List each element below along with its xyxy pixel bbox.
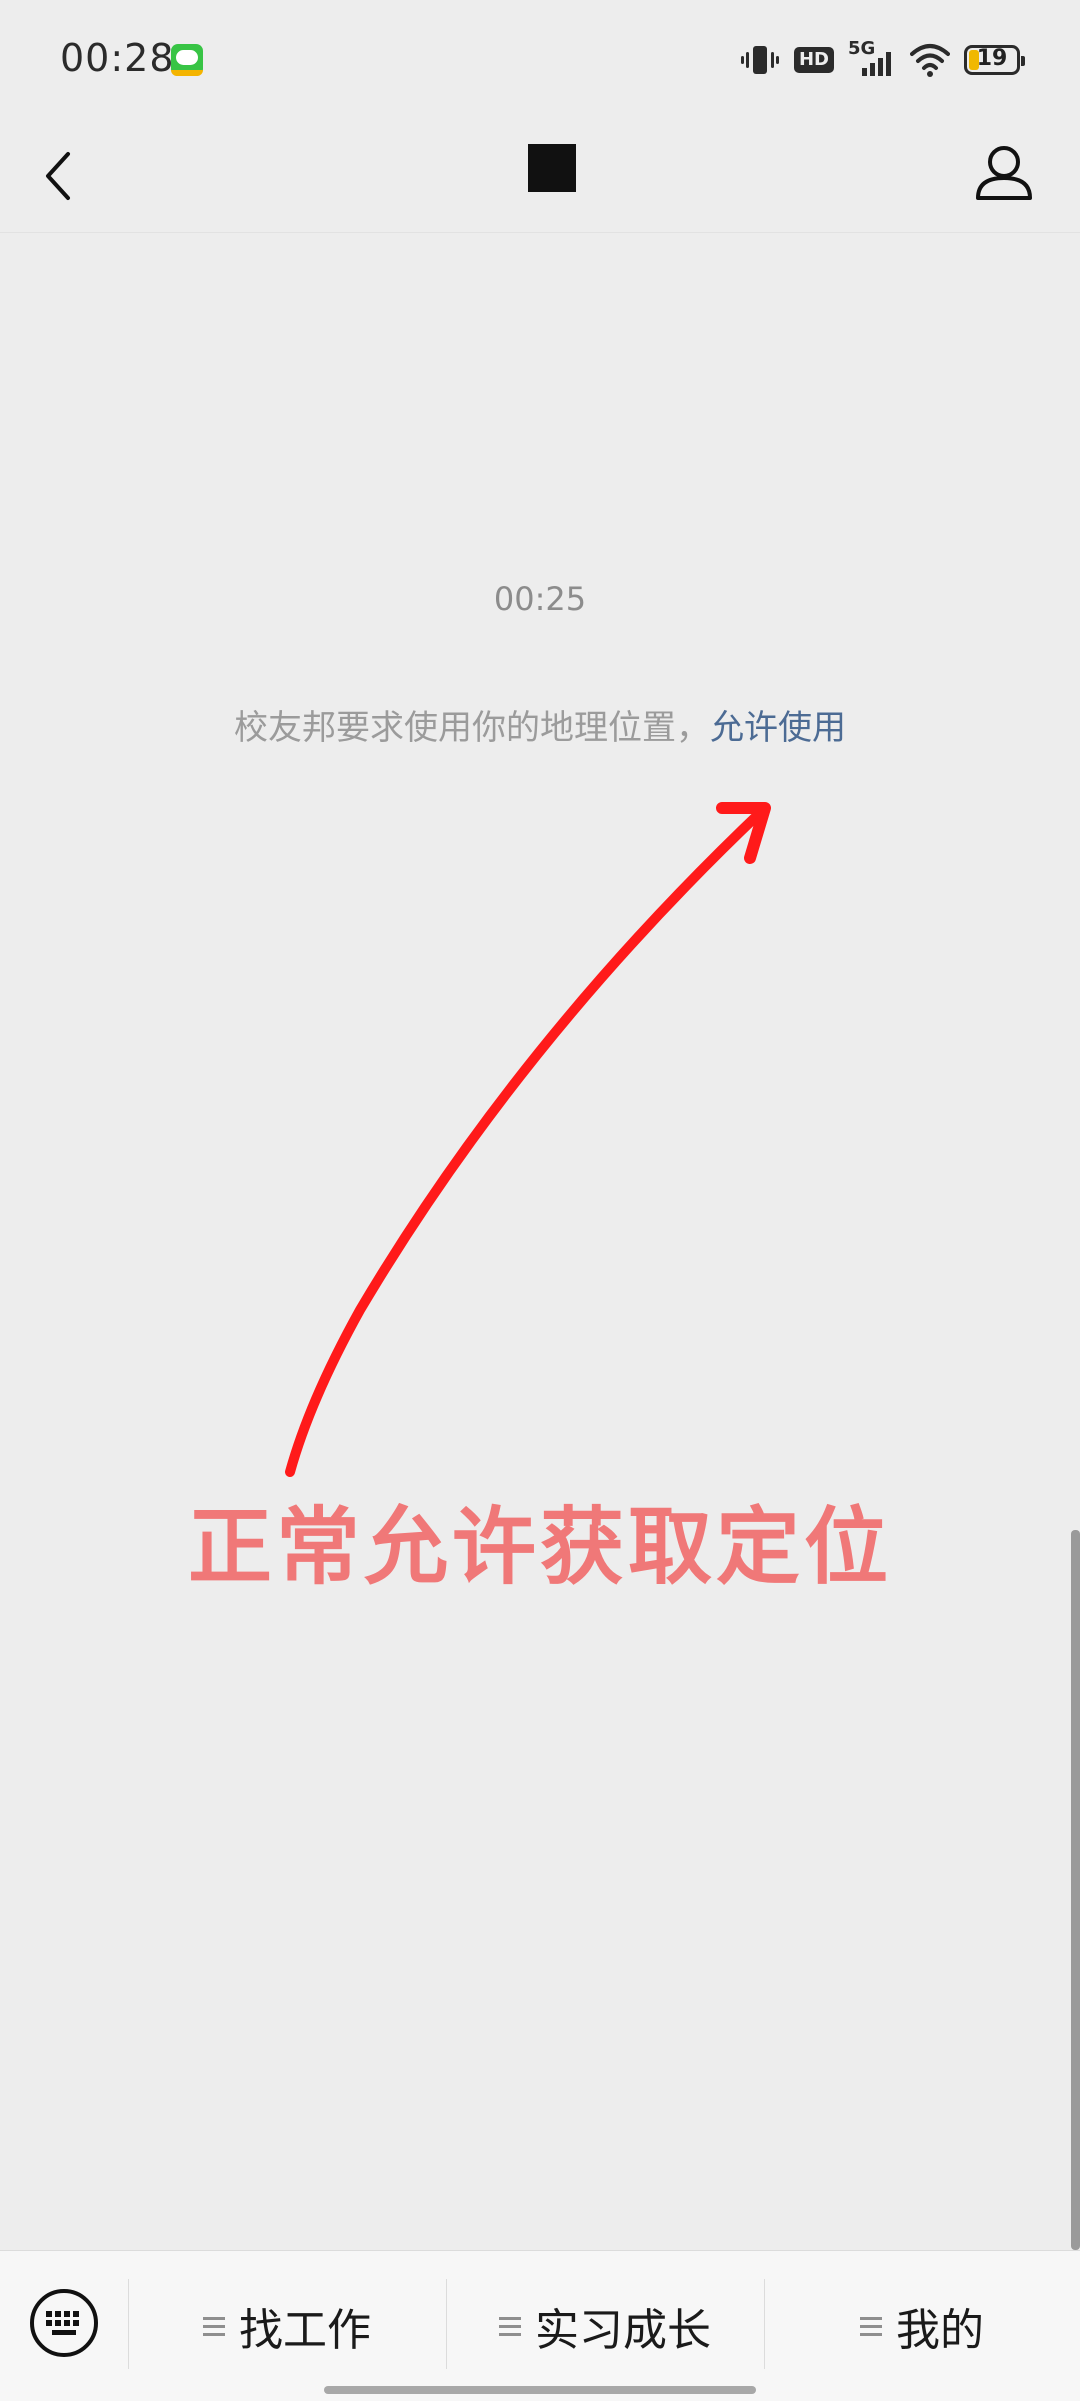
annotation-arrow-head: [716, 802, 771, 864]
menu-item-label: 实习成长: [535, 2305, 711, 2356]
vibrate-icon: [740, 46, 779, 74]
redacted-chat-title: [528, 144, 576, 192]
menu-item-label: 找工作: [239, 2305, 371, 2356]
menu-item-internship-growth[interactable]: 实习成长: [446, 2251, 764, 2401]
annotation-caption: 正常允许获取定位: [187, 1498, 892, 1596]
status-bar: 00:28 HD 5G 19: [0, 0, 1080, 120]
menu-item-mine[interactable]: 我的: [764, 2251, 1080, 2401]
location-request-text: 校友邦要求使用你的地理位置，: [234, 708, 710, 748]
menu-item-label: 我的: [896, 2305, 984, 2356]
home-indicator[interactable]: [324, 2386, 756, 2394]
annotation-arrow: [285, 802, 771, 1477]
hd-badge: HD: [793, 47, 834, 73]
wifi-icon: [910, 44, 950, 77]
menu-list-icon: [499, 2315, 521, 2337]
battery-icon: 19: [964, 45, 1025, 75]
allow-location-link[interactable]: 允许使用: [710, 708, 846, 748]
signal-bars-icon: [862, 52, 891, 76]
menu-list-icon: [860, 2315, 882, 2337]
status-time: 00:28: [60, 36, 175, 80]
bottom-menu-bar: 找工作 实习成长 我的: [0, 2250, 1080, 2401]
menu-list-icon: [203, 2315, 225, 2337]
status-indicators: HD 5G 19: [740, 36, 1025, 84]
signal-5g-icon: 5G: [848, 38, 896, 80]
location-request-message: 校友邦要求使用你的地理位置，允许使用: [0, 700, 1080, 749]
wechat-notification-icon: [171, 44, 203, 76]
chevron-left-icon[interactable]: [36, 134, 80, 214]
nav-bar: [0, 120, 1080, 233]
annotation-arrow-shaft: [285, 803, 770, 1477]
message-timestamp: 00:25: [493, 580, 587, 618]
battery-cap: [1021, 56, 1025, 66]
person-outline-icon[interactable]: [968, 134, 1040, 214]
scrollbar-thumb[interactable]: [1071, 1530, 1080, 2250]
keyboard-toggle-icon[interactable]: [28, 2287, 100, 2359]
battery-level: 19: [976, 46, 1008, 71]
menu-item-find-job[interactable]: 找工作: [128, 2251, 446, 2401]
